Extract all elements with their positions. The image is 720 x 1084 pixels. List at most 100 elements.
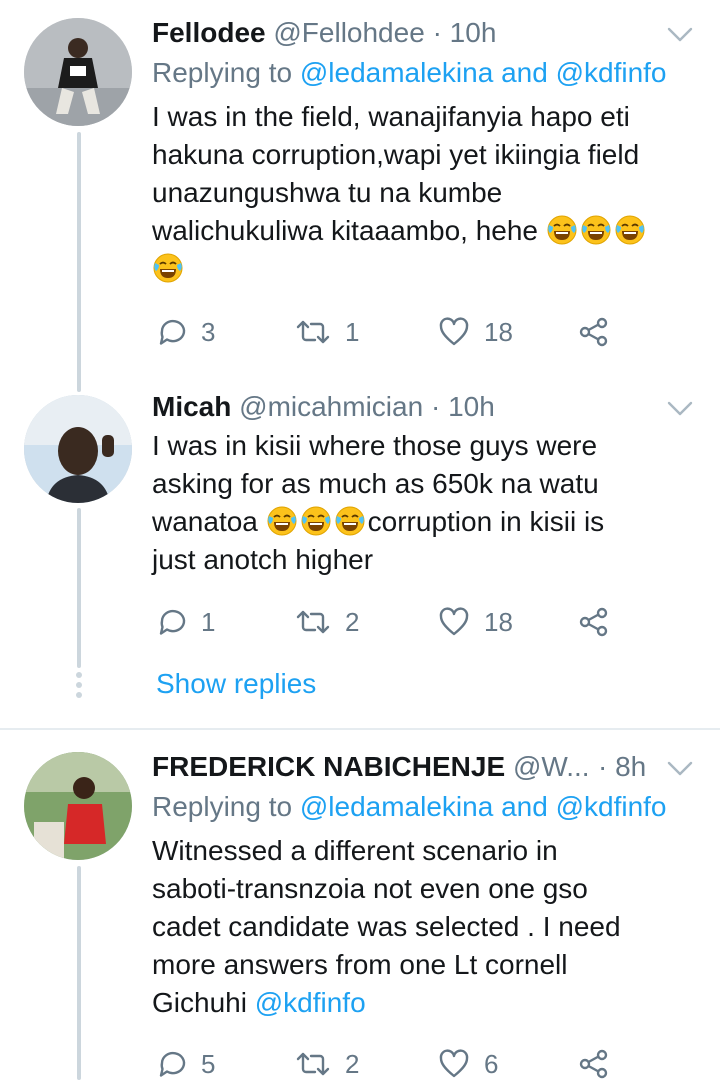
reply-button[interactable]: 3: [155, 312, 215, 352]
timestamp[interactable]: 10h: [450, 17, 497, 48]
retweet-count: 2: [345, 606, 360, 637]
replying-to-prefix: Replying to: [152, 791, 293, 822]
user-handle[interactable]: @Fellohdee: [273, 17, 424, 48]
tweet-text: I was in kisii where those guys were ask…: [152, 427, 697, 579]
thread-line: [77, 132, 81, 387]
heart-icon: [438, 316, 470, 348]
retweet-button[interactable]: 2: [295, 602, 359, 642]
tweet-text-line: I was in the field, wanajifanyia hapo et…: [152, 101, 630, 132]
replying-to: Replying to @ledamalekina and @kdfinfo: [152, 56, 667, 90]
reply-icon: [155, 606, 187, 638]
tweet-text-line: [152, 250, 697, 288]
reply-icon: [155, 1048, 187, 1080]
thread-line: [77, 866, 81, 1080]
like-button[interactable]: 18: [438, 312, 513, 352]
like-count: 18: [484, 606, 513, 637]
like-button[interactable]: 6: [438, 1044, 498, 1084]
display-name[interactable]: FREDERICK NABICHENJE: [152, 751, 505, 782]
reply-count: 1: [201, 606, 216, 637]
avatar[interactable]: [24, 18, 132, 126]
replying-to-prefix: Replying to: [152, 57, 293, 88]
retweet-count: 2: [345, 1048, 360, 1079]
chevron-down-icon[interactable]: [666, 754, 694, 782]
tweet-text-line: walichukuliwa kitaaambo, hehe: [152, 212, 697, 250]
tweet-text-line: hakuna corruption,wapi yet ikiingia fiel…: [152, 139, 640, 170]
tweet-header: Micah @micahmician · 10h: [152, 390, 495, 424]
tweet-text-line: I was in kisii where those guys were: [152, 430, 598, 461]
tweet-actions: 5 2 6: [155, 1044, 625, 1084]
more-replies-dots: [75, 672, 83, 702]
face-with-tears-of-joy-emoji: [334, 505, 366, 537]
timestamp[interactable]: 10h: [448, 391, 495, 422]
share-icon: [578, 1048, 610, 1080]
tweet-text-line: wanatoa corruption in kisii is: [152, 503, 697, 541]
display-name[interactable]: Fellodee: [152, 17, 266, 48]
face-with-tears-of-joy-emoji: [614, 214, 646, 246]
mention-link[interactable]: @kdfinfo: [255, 987, 366, 1018]
like-button[interactable]: 18: [438, 602, 513, 642]
tweet-actions: 1 2 18: [155, 602, 625, 642]
tweet-text-segment: walichukuliwa kitaaambo, hehe: [152, 215, 538, 246]
chevron-down-icon[interactable]: [666, 394, 694, 422]
share-button[interactable]: [578, 1044, 624, 1084]
replying-to: Replying to @ledamalekina and @kdfinfo: [152, 790, 667, 824]
tweet-text: I was in the field, wanajifanyia hapo et…: [152, 98, 697, 288]
retweet-button[interactable]: 2: [295, 1044, 359, 1084]
tweet-text-line: asking for as much as 650k na watu: [152, 468, 599, 499]
reply-count: 3: [201, 316, 216, 347]
tweet-time: · 8h: [598, 750, 646, 784]
reply-icon: [155, 316, 187, 348]
reply-button[interactable]: 1: [155, 602, 215, 642]
share-button[interactable]: [578, 602, 624, 642]
share-button[interactable]: [578, 312, 624, 352]
tweet-text-line: cadet candidate was selected . I need: [152, 911, 621, 942]
tweet-text-line: more answers from one Lt cornell: [152, 949, 568, 980]
tweet-text-line: unazungushwa tu na kumbe: [152, 177, 503, 208]
reply-count: 5: [201, 1048, 216, 1079]
tweet-text-segment: corruption in kisii is: [367, 506, 605, 537]
mention-link[interactable]: @ledamalekina: [300, 57, 493, 88]
tweet[interactable]: Micah @micahmician · 10h I was in kisii …: [0, 380, 720, 730]
separator-dot: ·: [430, 391, 441, 422]
heart-icon: [438, 1048, 470, 1080]
separator-dot: ·: [432, 17, 442, 48]
separator-dot: ·: [598, 751, 608, 782]
tweet-header: Fellodee @Fellohdee · 10h: [152, 16, 496, 50]
tweet-actions: 3 1 18: [155, 312, 625, 352]
tweet-text-line: just anotch higher: [152, 544, 374, 575]
mention-link[interactable]: @kdfinfo: [556, 791, 667, 822]
tweet-header: FREDERICK NABICHENJE @W...: [152, 750, 590, 784]
mention-link[interactable]: @ledamalekina: [300, 791, 493, 822]
tweet-text: Witnessed a different scenario in saboti…: [152, 832, 697, 1022]
share-icon: [578, 606, 610, 638]
tweet-text-segment: Gichuhi: [152, 987, 247, 1018]
face-with-tears-of-joy-emoji: [152, 252, 184, 284]
retweet-icon: [295, 1048, 331, 1080]
retweet-button[interactable]: 1: [295, 312, 359, 352]
chevron-down-icon[interactable]: [666, 20, 694, 48]
face-with-tears-of-joy-emoji: [546, 214, 578, 246]
face-with-tears-of-joy-emoji: [580, 214, 612, 246]
avatar[interactable]: [24, 395, 132, 503]
user-handle[interactable]: @W...: [513, 751, 590, 782]
user-handle[interactable]: @micahmician: [239, 391, 423, 422]
face-with-tears-of-joy-emoji: [300, 505, 332, 537]
tweet-text-segment: wanatoa: [152, 506, 258, 537]
retweet-icon: [295, 606, 331, 638]
show-replies-link[interactable]: Show replies: [156, 668, 316, 700]
like-count: 6: [484, 1048, 499, 1079]
mention-link[interactable]: @kdfinfo: [556, 57, 667, 88]
tweet-text-line: saboti-transnzoia not even one gso: [152, 873, 588, 904]
tweet[interactable]: FREDERICK NABICHENJE @W... · 8h Replying…: [0, 730, 720, 1080]
tweet[interactable]: Fellodee @Fellohdee · 10h Replying to @l…: [0, 0, 720, 387]
face-with-tears-of-joy-emoji: [266, 505, 298, 537]
replying-to-and[interactable]: and: [501, 791, 548, 822]
reply-button[interactable]: 5: [155, 1044, 215, 1084]
avatar[interactable]: [24, 752, 132, 860]
replying-to-and[interactable]: and: [501, 57, 548, 88]
tweet-text-line: Witnessed a different scenario in: [152, 835, 558, 866]
retweet-count: 1: [345, 316, 360, 347]
display-name[interactable]: Micah: [152, 391, 231, 422]
thread-line: [77, 382, 81, 392]
timestamp[interactable]: 8h: [615, 751, 646, 782]
